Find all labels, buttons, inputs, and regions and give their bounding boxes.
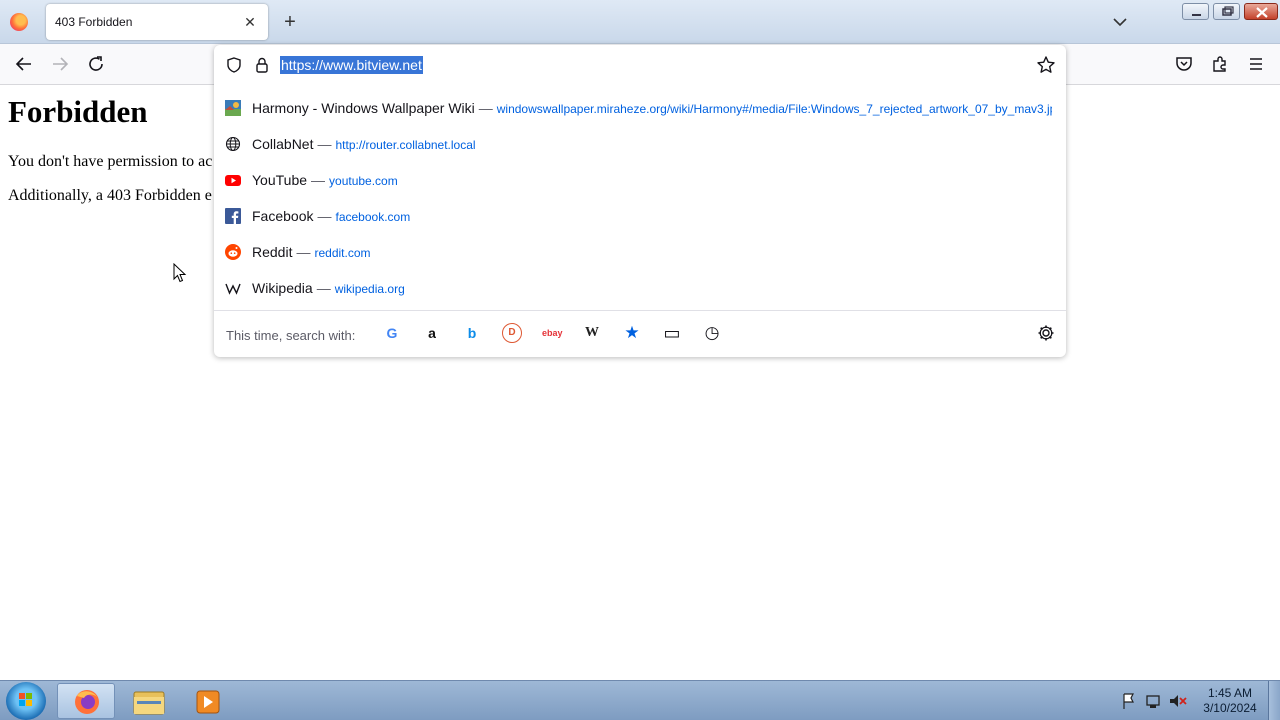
- tab-title: 403 Forbidden: [55, 15, 133, 29]
- clock-time: 1:45 AM: [1207, 686, 1253, 700]
- taskbar-media-player-button[interactable]: [180, 683, 238, 719]
- folder-icon: [133, 691, 165, 715]
- search-with-label: This time, search with:: [226, 328, 356, 343]
- forward-icon[interactable]: [48, 52, 72, 76]
- urlbar-result[interactable]: Wikipedia — wikipedia.org: [214, 270, 1066, 306]
- wikipedia-icon[interactable]: W: [582, 323, 602, 343]
- tabs-icon[interactable]: ▭: [662, 323, 682, 343]
- system-tray-icons[interactable]: [1120, 691, 1190, 711]
- firefox-icon: [75, 690, 99, 714]
- page-heading: Forbidden: [8, 94, 148, 129]
- wikipedia-icon: [225, 283, 241, 295]
- result-url: http://router.collabnet.local: [335, 138, 476, 152]
- result-separator: —: [317, 208, 332, 224]
- tab-strip: 403 Forbidden ✕ +: [0, 0, 1280, 44]
- reddit-icon: [225, 244, 241, 260]
- windows-taskbar: 1:45 AM 3/10/2024: [0, 680, 1280, 720]
- additional-message: Additionally, a 403 Forbidden e: [8, 187, 212, 204]
- facebook-icon: [225, 208, 241, 224]
- mouse-cursor-icon: [173, 263, 187, 283]
- taskbar-explorer-button[interactable]: [120, 683, 178, 719]
- result-separator: —: [317, 136, 332, 152]
- urlbar-result[interactable]: Reddit — reddit.com: [214, 234, 1066, 270]
- bookmarks-icon[interactable]: ★: [622, 323, 642, 343]
- ebay-icon[interactable]: ebay: [542, 323, 563, 343]
- tracking-protection-shield-icon[interactable]: [224, 55, 244, 75]
- history-icon[interactable]: ◷: [702, 323, 722, 343]
- clock-date: 3/10/2024: [1203, 701, 1257, 715]
- result-url: youtube.com: [329, 174, 398, 188]
- result-separator: —: [296, 244, 311, 260]
- firefox-view-icon[interactable]: [10, 13, 28, 31]
- urlbar-result[interactable]: CollabNet — http://router.collabnet.local: [214, 126, 1066, 162]
- youtube-icon: [225, 175, 241, 186]
- bookmark-star-icon[interactable]: [1035, 54, 1057, 76]
- one-off-search-bar: This time, search with: G a b D ebay W ★…: [214, 310, 1066, 357]
- lock-icon[interactable]: [252, 55, 272, 75]
- taskbar-firefox-button[interactable]: [57, 683, 115, 719]
- bing-icon[interactable]: b: [462, 323, 482, 343]
- urlbar-result[interactable]: Harmony - Windows Wallpaper Wiki — windows…: [214, 90, 1066, 126]
- reload-icon[interactable]: [84, 52, 108, 76]
- result-separator: —: [478, 100, 493, 116]
- list-all-tabs-icon[interactable]: [1110, 12, 1130, 32]
- gear-icon[interactable]: [1036, 323, 1056, 343]
- clock[interactable]: 1:45 AM 3/10/2024: [1196, 686, 1264, 716]
- result-url: facebook.com: [335, 210, 411, 224]
- result-separator: —: [311, 172, 326, 188]
- result-title: Harmony - Windows Wallpaper Wiki: [252, 100, 475, 116]
- urlbar-result[interactable]: Facebook — facebook.com: [214, 198, 1066, 234]
- windows-logo-icon: [19, 693, 32, 706]
- window-close-button[interactable]: [1244, 3, 1278, 20]
- result-title: YouTube: [252, 172, 308, 188]
- back-icon[interactable]: [12, 52, 36, 76]
- permission-message: You don't have permission to ac: [8, 153, 213, 170]
- globe-icon: [225, 136, 241, 152]
- start-button[interactable]: [6, 682, 46, 720]
- app-menu-icon[interactable]: [1244, 52, 1268, 76]
- result-title: CollabNet: [252, 136, 314, 152]
- result-title: Wikipedia: [252, 280, 313, 296]
- result-url: wikipedia.org: [334, 282, 405, 296]
- wallpaper-thumbnail-icon: [225, 100, 241, 116]
- window-minimize-button[interactable]: [1182, 3, 1209, 20]
- urlbar-result[interactable]: YouTube — youtube.com: [214, 162, 1066, 198]
- amazon-icon[interactable]: a: [422, 323, 442, 343]
- urlbar-input-row: https://www.bitview.net: [214, 45, 1066, 85]
- media-player-icon: [196, 690, 220, 714]
- result-title: Reddit: [252, 244, 293, 260]
- extensions-icon[interactable]: [1208, 52, 1232, 76]
- urlbar-popup: https://www.bitview.net Harmony - Window…: [214, 45, 1066, 357]
- duckduckgo-icon[interactable]: D: [502, 323, 522, 343]
- show-desktop-button[interactable]: [1268, 681, 1280, 720]
- result-separator: —: [316, 280, 331, 296]
- google-icon[interactable]: G: [382, 323, 402, 343]
- url-input[interactable]: https://www.bitview.net: [280, 56, 423, 74]
- pocket-icon[interactable]: [1172, 52, 1196, 76]
- result-url: reddit.com: [314, 246, 371, 260]
- window-restore-button[interactable]: [1213, 3, 1240, 20]
- tab-close-button[interactable]: ✕: [240, 12, 260, 32]
- result-title: Facebook: [252, 208, 314, 224]
- new-tab-button[interactable]: +: [279, 11, 301, 33]
- result-url: windowswallpaper.miraheze.org/wiki/Harmo…: [496, 102, 1052, 116]
- tab-active[interactable]: 403 Forbidden ✕: [46, 4, 268, 40]
